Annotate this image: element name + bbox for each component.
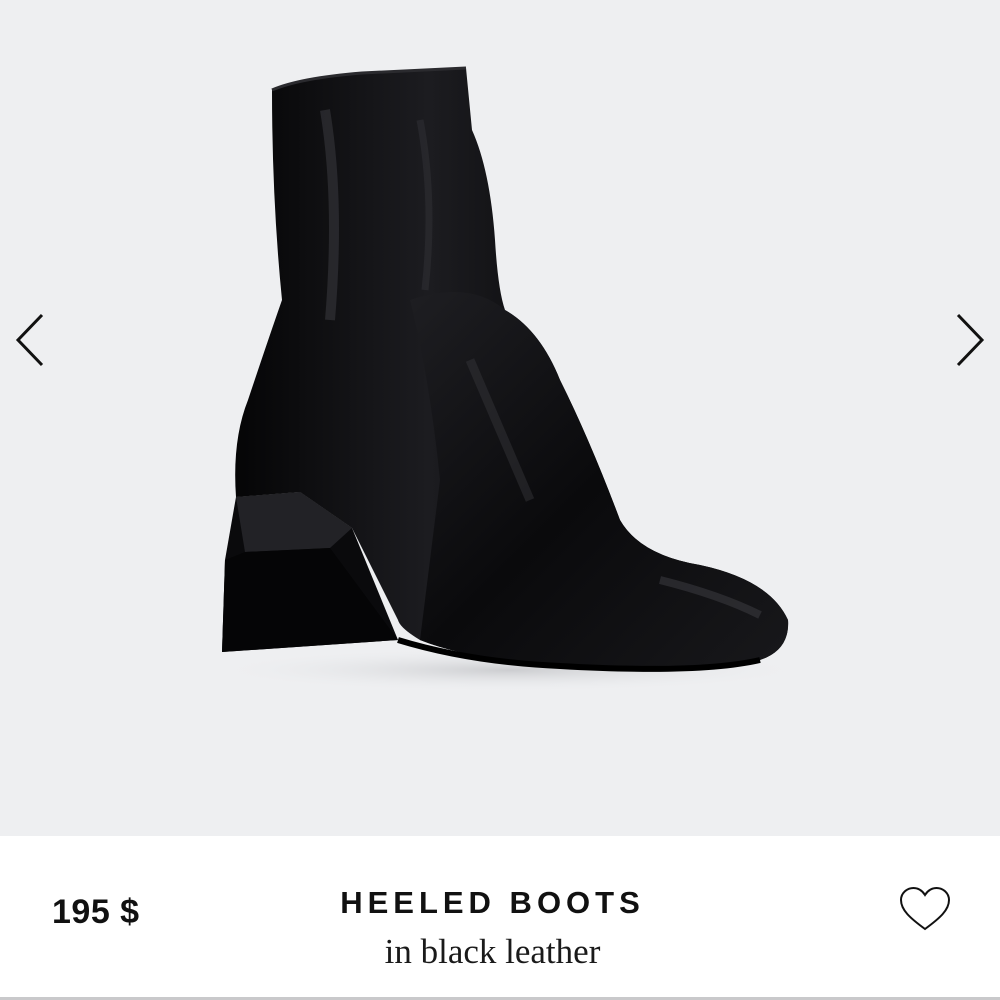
add-to-favorites-button[interactable] <box>898 885 952 933</box>
product-price: 195 $ <box>52 893 140 931</box>
carousel-prev-button[interactable] <box>0 305 60 375</box>
product-title[interactable]: HEELED BOOTS <box>250 885 735 921</box>
product-image[interactable] <box>0 0 1000 836</box>
product-subtitle: in black leather <box>384 932 601 971</box>
chevron-left-icon <box>15 313 44 367</box>
boot-photo <box>210 66 810 692</box>
carousel-next-button[interactable] <box>940 305 1000 375</box>
heart-outline-icon <box>899 886 951 931</box>
product-card[interactable]: 195 $ HEELED BOOTS in black leather <box>0 0 1000 1000</box>
chevron-right-icon <box>956 313 985 367</box>
